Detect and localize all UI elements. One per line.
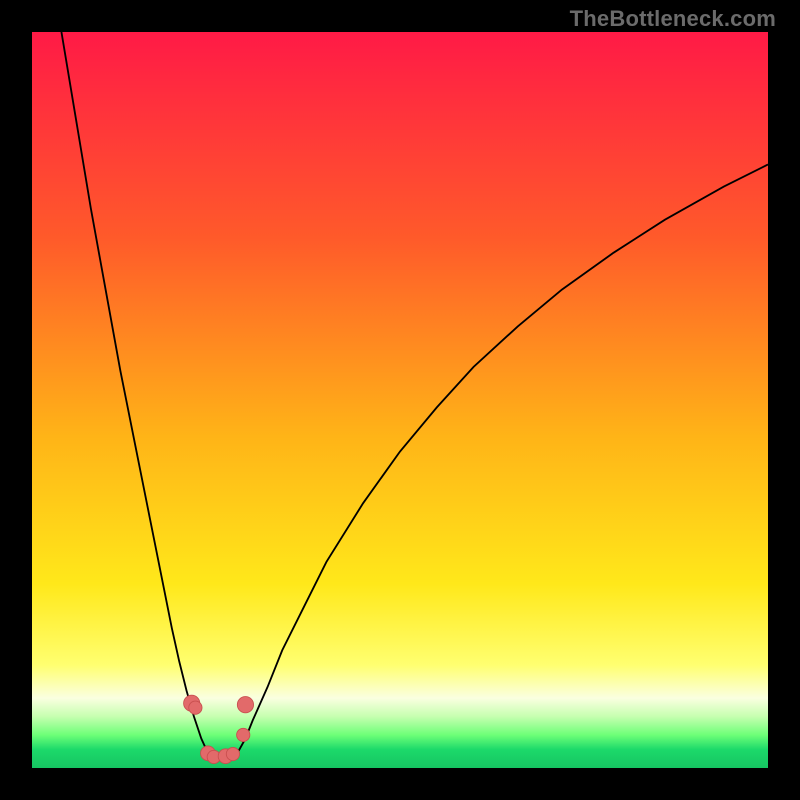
data-marker — [189, 701, 202, 714]
markers-group — [184, 695, 254, 763]
curve-left — [61, 32, 212, 757]
outer-frame: TheBottleneck.com — [0, 0, 800, 800]
data-marker — [226, 747, 239, 760]
chart-svg — [32, 32, 768, 768]
plot-area — [32, 32, 768, 768]
data-marker — [237, 697, 253, 713]
curve-right — [231, 164, 768, 756]
watermark-text: TheBottleneck.com — [570, 6, 776, 32]
data-marker — [237, 728, 250, 741]
